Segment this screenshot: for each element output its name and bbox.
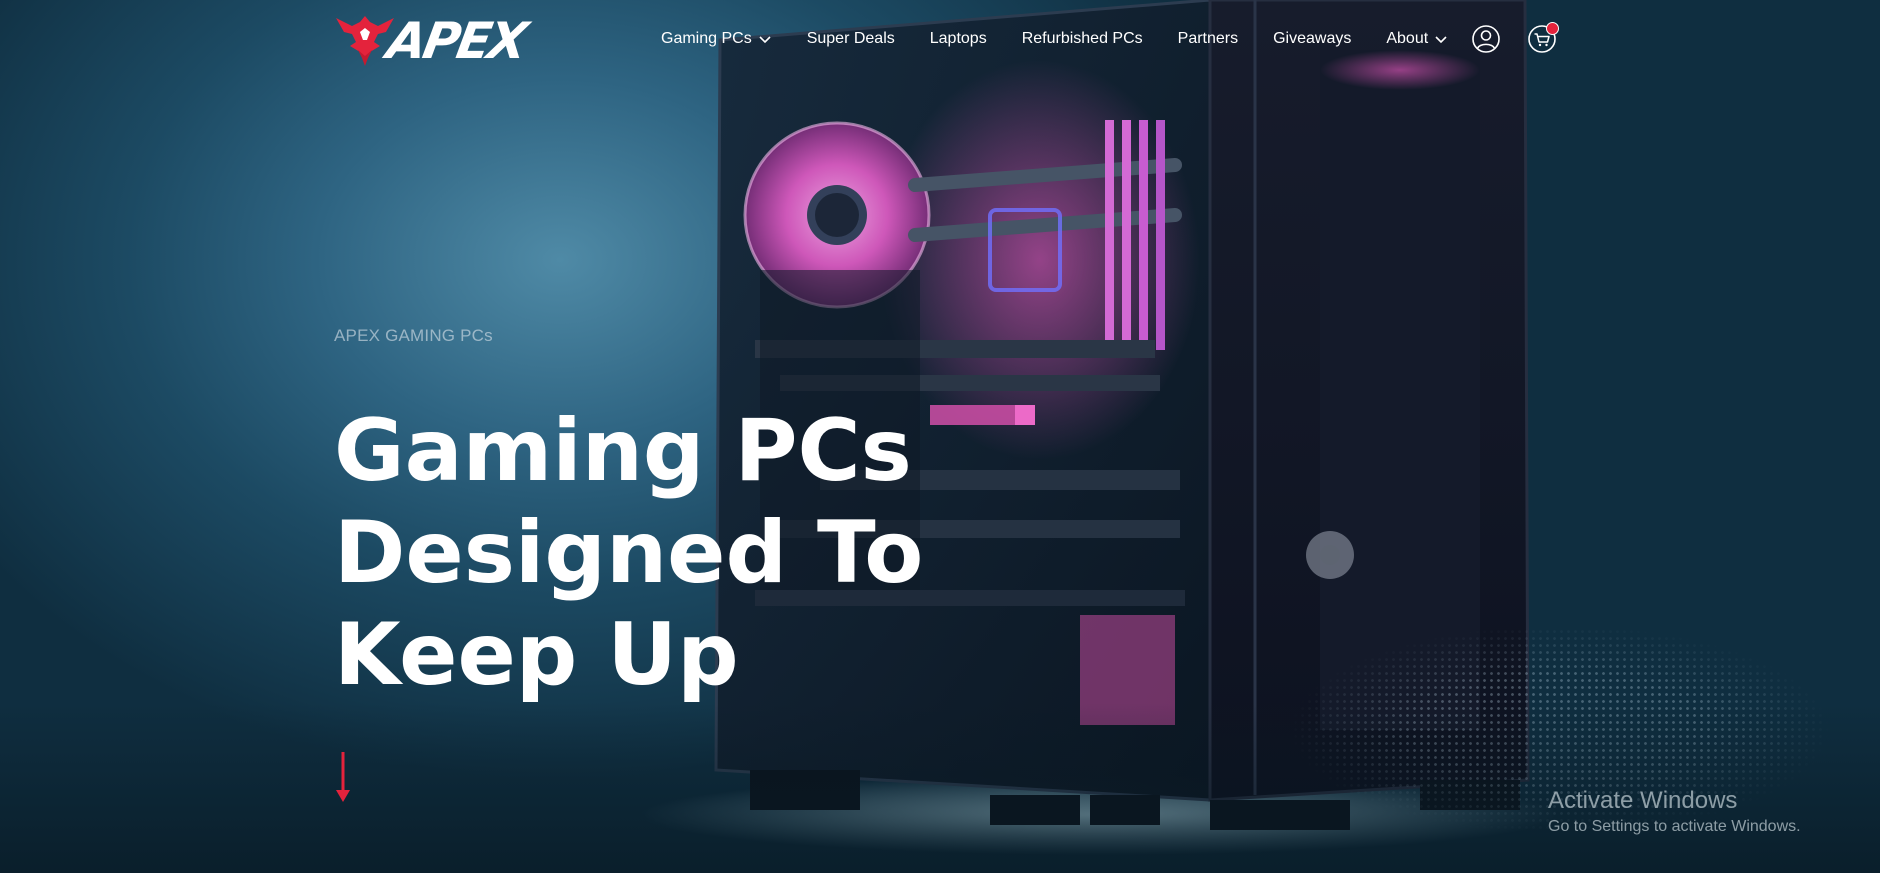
arrow-down-icon[interactable] — [334, 752, 352, 804]
watermark-subtitle: Go to Settings to activate Windows. — [1548, 818, 1801, 835]
nav-item-label: Gaming PCs — [661, 30, 752, 47]
nav-item-label: Giveaways — [1273, 30, 1352, 47]
nav-item-label: Laptops — [929, 30, 987, 47]
hero-headline: Gaming PCs Designed To Keep Up — [334, 400, 923, 706]
main-navigation: Gaming PCs Super Deals Laptops Refurbish… — [661, 30, 1448, 48]
nav-item-label: About — [1386, 30, 1429, 47]
hero-eyebrow: APEX GAMING PCs — [334, 326, 493, 345]
nav-item-about[interactable]: About — [1386, 30, 1448, 48]
cart-badge — [1546, 22, 1559, 35]
windows-activation-watermark: Activate Windows Go to Settings to activ… — [1548, 786, 1801, 838]
nav-item-super-deals[interactable]: Super Deals — [807, 30, 895, 48]
chevron-down-icon — [1435, 36, 1447, 44]
logo-wordmark: APEX — [382, 12, 530, 70]
nav-item-partners[interactable]: Partners — [1178, 30, 1238, 48]
nav-item-label: Partners — [1177, 30, 1239, 47]
watermark-title: Activate Windows — [1548, 787, 1738, 814]
hero-section: APEX Gaming PCs Super Deals Laptops Refu… — [0, 0, 1880, 873]
nav-item-label: Super Deals — [806, 30, 895, 47]
user-account-button[interactable] — [1471, 24, 1501, 54]
shopping-cart-button[interactable] — [1527, 22, 1559, 54]
nav-item-laptops[interactable]: Laptops — [930, 30, 987, 48]
site-header: APEX Gaming PCs Super Deals Laptops Refu… — [0, 0, 1880, 82]
nav-item-giveaways[interactable]: Giveaways — [1273, 30, 1351, 48]
headline-line: Designed To — [334, 503, 924, 603]
chevron-down-icon — [759, 36, 771, 44]
nav-item-gaming-pcs[interactable]: Gaming PCs — [661, 30, 772, 48]
nav-item-label: Refurbished PCs — [1021, 30, 1143, 47]
headline-line: Keep Up — [334, 605, 739, 705]
apex-logo[interactable]: APEX — [334, 12, 529, 70]
nav-item-refurbished-pcs[interactable]: Refurbished PCs — [1022, 30, 1143, 48]
headline-line: Gaming PCs — [334, 401, 912, 501]
user-account-icon — [1472, 25, 1500, 53]
